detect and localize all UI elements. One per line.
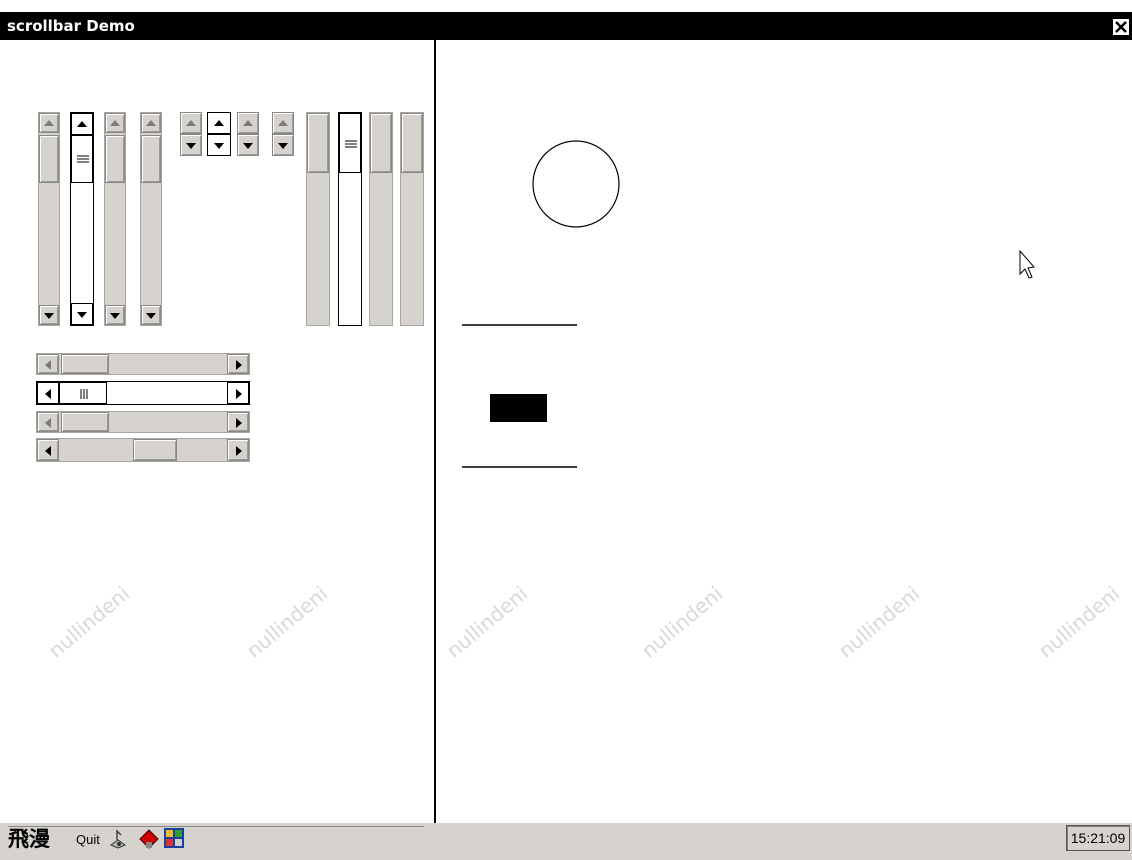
vscrollbar-3-down-button[interactable] bbox=[105, 305, 125, 325]
arrow-left-icon bbox=[45, 418, 51, 428]
hscrollbar-2[interactable] bbox=[36, 381, 250, 405]
vscrollbar-6-up-button[interactable] bbox=[207, 112, 231, 134]
window-title: scrollbar Demo bbox=[7, 17, 135, 35]
vscrollbar-3-thumb[interactable] bbox=[105, 135, 125, 183]
vscrollbar-4-down-button[interactable] bbox=[141, 305, 161, 325]
mouse-cursor-icon bbox=[1019, 249, 1035, 279]
hscrollbar-4-left-button[interactable] bbox=[37, 439, 59, 461]
vscrollbar-7-up-button[interactable] bbox=[237, 112, 259, 134]
quit-button[interactable]: Quit bbox=[76, 832, 100, 847]
arrow-up-icon bbox=[186, 120, 196, 126]
grid-app-icon[interactable] bbox=[164, 828, 184, 848]
vscrollbar-3[interactable] bbox=[104, 112, 126, 326]
vscrollbar-1[interactable] bbox=[38, 112, 60, 326]
vscrollbar-1-up-button[interactable] bbox=[39, 113, 59, 133]
red-shape-icon[interactable] bbox=[138, 828, 160, 850]
start-button[interactable]: 飛漫 bbox=[8, 823, 50, 855]
vscrollbar-6[interactable] bbox=[207, 112, 231, 156]
arrow-left-icon bbox=[45, 360, 51, 370]
vscrollbar-2-thumb[interactable] bbox=[71, 135, 93, 183]
hscrollbar-1-right-button[interactable] bbox=[227, 354, 249, 374]
black-rectangle bbox=[490, 394, 547, 422]
hscrollbar-4-right-button[interactable] bbox=[227, 439, 249, 461]
arrow-down-icon bbox=[214, 143, 224, 149]
hscrollbar-3-left-button[interactable] bbox=[37, 412, 59, 432]
vscrollbar-5[interactable] bbox=[180, 112, 202, 156]
arrow-up-icon bbox=[214, 120, 224, 126]
hscrollbar-1-left-button[interactable] bbox=[37, 354, 59, 374]
arrow-right-icon bbox=[236, 360, 242, 370]
vscrollbar-11-thumb[interactable] bbox=[370, 113, 392, 173]
vscrollbar-1-down-button[interactable] bbox=[39, 305, 59, 325]
vscrollbar-12-thumb[interactable] bbox=[401, 113, 423, 173]
hscrollbar-1-thumb[interactable] bbox=[61, 354, 109, 374]
vscrollbar-11[interactable] bbox=[369, 112, 393, 326]
vscrollbar-4-up-button[interactable] bbox=[141, 113, 161, 133]
arrow-left-icon bbox=[45, 389, 51, 399]
vscrollbar-7-down-button[interactable] bbox=[237, 134, 259, 156]
arrow-down-icon bbox=[243, 143, 253, 149]
arrow-right-icon bbox=[236, 418, 242, 428]
arrow-left-icon bbox=[45, 446, 51, 456]
drawing-canvas bbox=[462, 140, 1035, 468]
grip-icon bbox=[77, 155, 89, 163]
hscrollbar-3[interactable] bbox=[36, 411, 250, 433]
close-button[interactable] bbox=[1112, 18, 1130, 36]
arrow-up-icon bbox=[146, 120, 156, 126]
grip-icon bbox=[345, 140, 357, 148]
vscrollbar-6-down-button[interactable] bbox=[207, 134, 231, 156]
arrow-up-icon bbox=[110, 120, 120, 126]
vscrollbar-8-up-button[interactable] bbox=[272, 112, 294, 134]
hscrollbar-2-thumb[interactable] bbox=[59, 382, 107, 404]
arrow-down-icon bbox=[186, 143, 196, 149]
clock: 15:21:09 bbox=[1066, 825, 1130, 851]
vscrollbar-10-thumb[interactable] bbox=[339, 113, 361, 173]
hscrollbar-2-right-button[interactable] bbox=[227, 382, 249, 404]
arrow-up-icon bbox=[278, 120, 288, 126]
hscrollbar-3-thumb[interactable] bbox=[61, 412, 109, 432]
vscrollbar-8[interactable] bbox=[272, 112, 294, 156]
arrow-down-icon bbox=[278, 143, 288, 149]
vscrollbar-2-down-button[interactable] bbox=[71, 303, 93, 325]
arrow-up-icon bbox=[77, 121, 87, 127]
hscrollbar-4[interactable] bbox=[36, 438, 250, 462]
hscrollbar-2-left-button[interactable] bbox=[37, 382, 59, 404]
vscrollbar-8-down-button[interactable] bbox=[272, 134, 294, 156]
arrow-up-icon bbox=[44, 120, 54, 126]
vscrollbar-5-up-button[interactable] bbox=[180, 112, 202, 134]
vscrollbar-12[interactable] bbox=[400, 112, 424, 326]
hscrollbar-3-right-button[interactable] bbox=[227, 412, 249, 432]
vscrollbar-3-up-button[interactable] bbox=[105, 113, 125, 133]
arrow-up-icon bbox=[243, 120, 253, 126]
arrow-right-icon bbox=[236, 446, 242, 456]
grip-icon bbox=[80, 389, 88, 399]
hscrollbar-1[interactable] bbox=[36, 353, 250, 375]
taskbar-strip bbox=[8, 826, 424, 858]
vscrollbar-9-thumb[interactable] bbox=[307, 113, 329, 173]
arrow-down-icon bbox=[146, 313, 156, 319]
vscrollbar-1-thumb[interactable] bbox=[39, 135, 59, 183]
app-launcher-icon[interactable] bbox=[108, 828, 128, 850]
vscrollbar-2-up-button[interactable] bbox=[71, 113, 93, 135]
vscrollbar-10[interactable] bbox=[338, 112, 362, 326]
vscrollbar-4[interactable] bbox=[140, 112, 162, 326]
arrow-right-icon bbox=[236, 389, 242, 399]
hscrollbar-4-thumb[interactable] bbox=[133, 439, 177, 461]
vscrollbar-7[interactable] bbox=[237, 112, 259, 156]
vscrollbar-9[interactable] bbox=[306, 112, 330, 326]
arrow-down-icon bbox=[77, 312, 87, 318]
arrow-down-icon bbox=[44, 313, 54, 319]
vscrollbar-4-thumb[interactable] bbox=[141, 135, 161, 183]
arrow-down-icon bbox=[110, 313, 120, 319]
close-icon bbox=[1115, 21, 1127, 33]
vscrollbar-5-down-button[interactable] bbox=[180, 134, 202, 156]
title-bar: scrollbar Demo bbox=[0, 12, 1132, 40]
circle-shape bbox=[532, 140, 620, 228]
vscrollbar-2[interactable] bbox=[70, 112, 94, 326]
